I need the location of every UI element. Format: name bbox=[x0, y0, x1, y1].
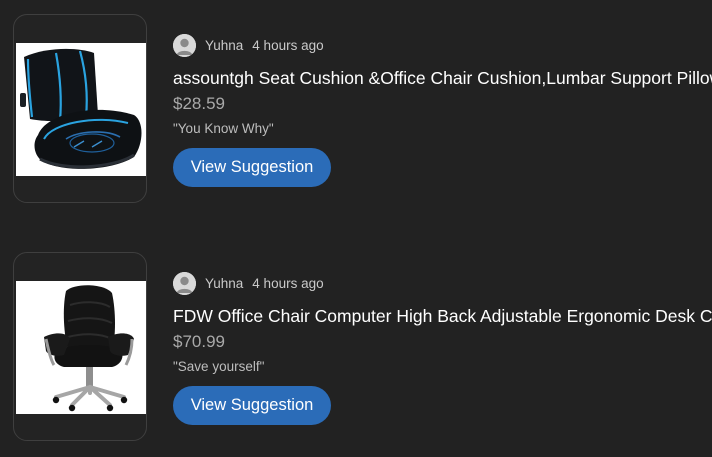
product-title[interactable]: assountgh Seat Cushion &Office Chair Cus… bbox=[173, 66, 712, 90]
post-meta: Yuhna 4 hours ago bbox=[173, 33, 324, 57]
product-thumbnail[interactable] bbox=[13, 14, 147, 203]
post-meta: Yuhna 4 hours ago bbox=[173, 271, 324, 295]
post-time: 4 hours ago bbox=[252, 37, 324, 53]
suggestion-feed: Yuhna 4 hours ago assountgh Seat Cushion… bbox=[0, 0, 712, 457]
avatar-icon[interactable] bbox=[173, 271, 196, 295]
view-suggestion-button[interactable]: View Suggestion bbox=[173, 386, 331, 425]
post-time: 4 hours ago bbox=[252, 275, 324, 291]
avatar-icon[interactable] bbox=[173, 33, 196, 57]
suggestion-card: Yuhna 4 hours ago assountgh Seat Cushion… bbox=[0, 14, 712, 204]
seat-cushion-image bbox=[16, 43, 146, 176]
suggestion-card: Yuhna 4 hours ago FDW Office Chair Compu… bbox=[0, 252, 712, 442]
product-title[interactable]: FDW Office Chair Computer High Back Adju… bbox=[173, 304, 712, 328]
username[interactable]: Yuhna bbox=[205, 276, 243, 291]
suggestion-quote: "Save yourself" bbox=[173, 359, 265, 374]
product-thumbnail[interactable] bbox=[13, 252, 147, 441]
product-price: $70.99 bbox=[173, 332, 225, 351]
office-chair-image bbox=[16, 281, 146, 414]
product-price: $28.59 bbox=[173, 94, 225, 113]
view-suggestion-button[interactable]: View Suggestion bbox=[173, 148, 331, 187]
suggestion-quote: "You Know Why" bbox=[173, 121, 274, 136]
username[interactable]: Yuhna bbox=[205, 38, 243, 53]
